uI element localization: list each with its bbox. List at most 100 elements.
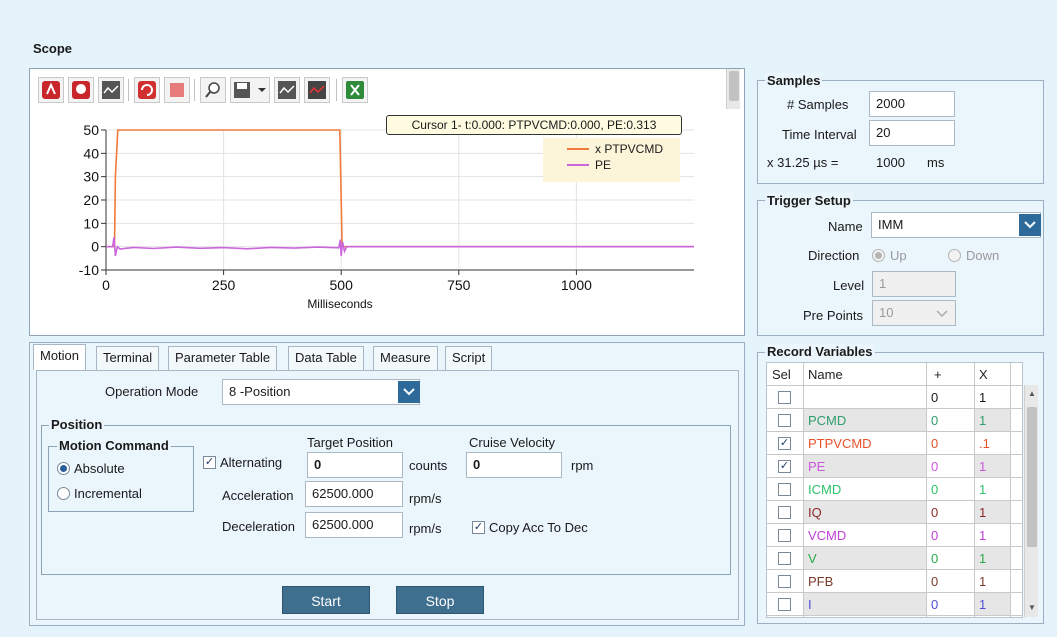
row-plus-cell[interactable]: 0 [926,478,974,501]
alternating-label: Alternating [220,455,283,470]
table-row[interactable]: PCMD 0 1 [767,409,1022,432]
wave3-icon[interactable] [304,77,330,103]
record-table-scrollbar[interactable]: ▲ ▼ [1024,385,1038,617]
alternating-checkbox[interactable]: ✓ [203,456,216,469]
table-row[interactable]: PFB 0 1 [767,570,1022,593]
cruise-velocity-label: Cruise Velocity [469,435,555,450]
scroll-up-icon[interactable]: ▲ [1028,389,1036,398]
trigger-name-chevron-down-icon[interactable] [1019,214,1041,236]
row-plus-cell[interactable]: 0 [926,501,974,524]
time-interval-label: Time Interval [782,127,857,142]
row-select-checkbox[interactable] [778,529,791,542]
col-name: Name [803,363,926,386]
row-select-checkbox[interactable] [778,575,791,588]
row-x-cell[interactable]: 1 [974,593,1010,616]
refresh-icon[interactable] [134,77,160,103]
scroll-down-icon[interactable]: ▼ [1028,603,1036,612]
absolute-radio[interactable] [57,462,70,475]
row-select-checkbox[interactable] [778,483,791,496]
target-position-input[interactable]: 0 [307,452,403,478]
row-plus-cell[interactable]: 0 [926,593,974,616]
trigger-name-select[interactable]: IMM [871,212,1041,238]
table-row[interactable]: VCMD 0 1 [767,524,1022,547]
plot-scrollbar[interactable] [726,69,740,109]
table-row[interactable]: ICMD 0 1 [767,478,1022,501]
row-name-cell: IQ [803,501,926,524]
row-select-checkbox[interactable]: ✓ [778,460,791,473]
row-x-cell[interactable]: 1 [974,455,1010,478]
wave2-icon[interactable] [274,77,300,103]
row-select-checkbox[interactable] [778,391,791,404]
row-x-cell[interactable]: 1 [974,386,1010,409]
row-name-cell: PFB [803,570,926,593]
zoom-icon[interactable] [200,77,226,103]
direction-down-radio[interactable] [948,249,961,262]
num-samples-input[interactable]: 2000 [869,91,955,117]
tab-measure[interactable]: Measure [373,346,438,370]
row-select-checkbox[interactable] [778,598,791,611]
stop-button[interactable]: Stop [396,586,484,614]
row-name-cell: PTPVCMD [803,432,926,455]
time-interval-input[interactable]: 20 [869,120,955,146]
save-dropdown[interactable] [230,77,270,103]
start-button[interactable]: Start [282,586,370,614]
direction-up-radio[interactable] [872,249,885,262]
row-x-cell[interactable]: 1 [974,524,1010,547]
tab-script[interactable]: Script [445,346,493,370]
operation-mode-chevron-down-icon[interactable] [398,381,420,403]
table-row[interactable]: V01 [767,547,1022,570]
table-row[interactable]: I01 [767,593,1022,616]
row-x-cell[interactable]: 1 [974,570,1010,593]
tab-data-table[interactable]: Data Table [288,346,364,370]
deceleration-label: Deceleration [222,519,295,534]
incremental-radio[interactable] [57,487,70,500]
table-row[interactable]: 01 [767,386,1022,409]
y-tick-label: -10 [79,262,99,278]
row-x-cell[interactable]: 1 [974,478,1010,501]
row-x-cell[interactable]: 1 [974,547,1010,570]
record-icon[interactable] [38,77,64,103]
row-select-checkbox[interactable] [778,552,791,565]
deceleration-input[interactable]: 62500.000 [305,512,403,538]
row-name-cell: PCMD [803,409,926,432]
row-plus-cell[interactable]: 0 [926,570,974,593]
interval-unit: ms [927,155,945,170]
row-plus-cell[interactable]: 0 [926,547,974,570]
level-input[interactable]: 1 [872,271,956,297]
operation-mode-select[interactable]: 8 -Position [222,379,420,405]
row-plus-cell[interactable]: 0 [926,432,974,455]
num-samples-label: # Samples [787,97,849,112]
y-tick-label: 20 [83,192,99,208]
row-select-checkbox[interactable] [778,506,791,519]
tab-terminal[interactable]: Terminal [96,346,160,370]
x-tick-label: 250 [212,277,236,293]
row-x-cell[interactable]: 1 [974,409,1010,432]
excel-icon[interactable] [342,77,368,103]
stop-icon[interactable] [164,77,190,103]
table-row[interactable]: PTPVCMD 0.1 ✓ [767,432,1022,455]
row-plus-cell[interactable]: 0 [926,386,974,409]
row-plus-cell[interactable]: 0 [926,524,974,547]
row-select-checkbox[interactable] [778,414,791,427]
y-tick-label: 10 [83,215,99,231]
acceleration-input[interactable]: 62500.000 [305,481,403,507]
cruise-velocity-input[interactable]: 0 [466,452,562,478]
cursor-readout: Cursor 1- t:0.000: PTPVCMD:0.000, PE:0.3… [386,115,682,135]
tab-parameter-table[interactable]: Parameter Table [168,346,278,370]
stop-record-icon[interactable] [68,77,94,103]
row-x-cell[interactable]: .1 [974,432,1010,455]
col-sel: Sel [767,363,803,386]
row-x-cell[interactable]: 1 [974,501,1010,524]
row-select-checkbox[interactable]: ✓ [778,437,791,450]
x-tick-label: 500 [330,277,354,293]
table-row[interactable]: IQ 0 1 [767,501,1022,524]
trigger-name-label: Name [828,219,863,234]
wave-icon[interactable] [98,77,124,103]
row-plus-cell[interactable]: 0 [926,409,974,432]
row-plus-cell[interactable]: 0 [926,455,974,478]
y-tick-label: 0 [91,239,99,255]
tab-motion[interactable]: Motion [33,344,87,370]
table-row[interactable]: PE 0 1 ✓ [767,455,1022,478]
deceleration-unit: rpm/s [409,521,442,536]
copy-acc-checkbox[interactable]: ✓ [472,521,485,534]
